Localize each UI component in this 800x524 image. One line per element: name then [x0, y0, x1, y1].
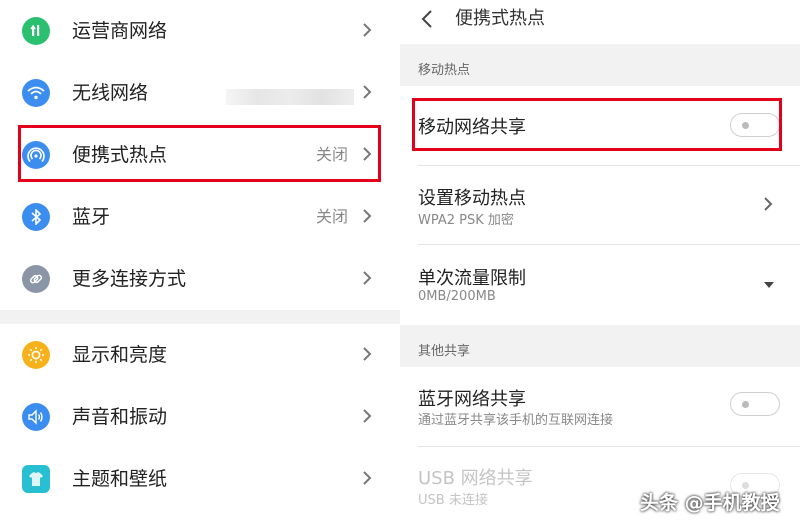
settings-item-theme[interactable]: 主题和壁纸: [0, 448, 400, 510]
settings-list-panel: 运营商网络 无线网络 便携式热点 关闭 蓝牙 关闭 更多连接方式 显示和亮度 声…: [0, 0, 400, 524]
bluetooth-share-toggle[interactable]: [730, 392, 780, 416]
bluetooth-share-label: 蓝牙网络共享: [418, 389, 526, 410]
settings-item-bluetooth[interactable]: 蓝牙 关闭: [0, 186, 400, 248]
chevron-right-icon: [363, 471, 372, 485]
settings-item-sound[interactable]: 声音和振动: [0, 386, 400, 448]
chevron-right-icon: [363, 347, 372, 361]
section-divider: [0, 310, 400, 324]
chevron-right-icon: [363, 23, 372, 37]
page-title: 便携式热点: [455, 8, 545, 29]
sun-icon: [22, 341, 50, 369]
bluetooth-share-row[interactable]: 蓝牙网络共享 通过蓝牙共享该手机的互联网连接: [400, 367, 800, 445]
bluetooth-share-subtitle: 通过蓝牙共享该手机的互联网连接: [418, 413, 614, 428]
settings-item-carrier-network[interactable]: 运营商网络: [0, 0, 400, 62]
usb-share-subtitle: USB 未连接: [418, 493, 488, 508]
settings-item-display[interactable]: 显示和亮度: [0, 324, 400, 386]
setup-hotspot-row[interactable]: 设置移动热点 WPA2 PSK 加密: [400, 166, 800, 244]
chevron-right-icon: [363, 85, 372, 99]
chevron-right-icon: [363, 271, 372, 285]
highlight-box-hotspot: [18, 125, 381, 182]
setup-hotspot-label: 设置移动热点: [418, 188, 526, 209]
highlight-box-mobile-share: [412, 98, 782, 151]
speaker-icon: [22, 403, 50, 431]
toggle-knob: [742, 401, 749, 408]
usb-share-label: USB 网络共享: [418, 468, 533, 489]
data-limit-label: 单次流量限制: [418, 268, 526, 289]
dropdown-triangle-icon[interactable]: [763, 281, 775, 289]
redacted-network-name: [226, 89, 354, 105]
watermark: 头条 @手机教授: [640, 492, 780, 514]
settings-item-label: 更多连接方式: [72, 268, 187, 290]
signal-bars-icon: [22, 17, 50, 45]
settings-item-more-connections[interactable]: 更多连接方式: [0, 248, 400, 310]
settings-item-label: 无线网络: [72, 82, 149, 104]
settings-item-label: 主题和壁纸: [72, 468, 168, 490]
settings-item-label: 运营商网络: [72, 20, 168, 42]
chevron-right-icon: [764, 197, 773, 211]
header-bar: 便携式热点: [400, 0, 800, 44]
back-arrow-icon[interactable]: [420, 9, 434, 29]
section-header-other: 其他共享: [400, 325, 800, 367]
link-icon: [22, 265, 50, 293]
chevron-right-icon: [363, 209, 372, 223]
shirt-icon: [22, 465, 50, 493]
section-header-label: 移动热点: [418, 63, 471, 78]
settings-item-label: 蓝牙: [72, 206, 111, 228]
wifi-icon: [22, 79, 50, 107]
section-header-hotspot: 移动热点: [400, 44, 800, 86]
hotspot-settings-panel: 便携式热点 移动热点 移动网络共享 设置移动热点 WPA2 PSK 加密 单次流…: [400, 0, 800, 524]
data-limit-value: 0MB/200MB: [418, 289, 496, 304]
settings-item-wifi[interactable]: 无线网络: [0, 62, 400, 124]
settings-item-label: 声音和振动: [72, 406, 168, 428]
chevron-right-icon: [363, 409, 372, 423]
data-limit-row[interactable]: 单次流量限制 0MB/200MB: [400, 245, 800, 325]
settings-item-label: 显示和亮度: [72, 344, 168, 366]
bluetooth-icon: [22, 203, 50, 231]
section-header-label: 其他共享: [418, 344, 471, 359]
status-text: 关闭: [315, 207, 348, 226]
setup-hotspot-subtitle: WPA2 PSK 加密: [418, 213, 514, 228]
